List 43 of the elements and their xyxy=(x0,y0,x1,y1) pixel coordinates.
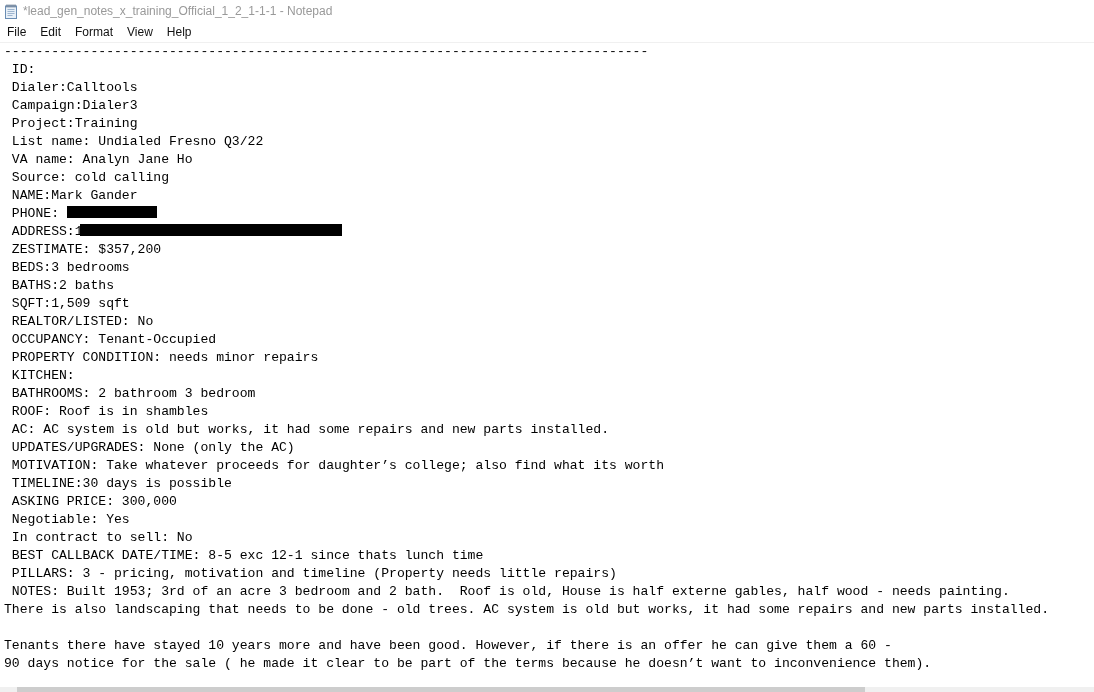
text-line: BATHS:2 baths xyxy=(11,277,114,295)
horizontal-scrollbar[interactable] xyxy=(0,687,1094,692)
menu-item[interactable]: Help xyxy=(159,24,199,40)
text-line: BEST CALLBACK DATE/TIME: 8-5 exc 12-1 since thats lunch time xyxy=(11,547,484,565)
text-line: In contract to sell: No xyxy=(11,529,193,547)
text-line: ---------------------------------------------------------------------------------- xyxy=(4,43,649,61)
text-line: ZESTIMATE: $357,200 xyxy=(11,241,162,259)
text-line: REALTOR/LISTED: No xyxy=(11,313,154,331)
text-line: ROOF: Roof is in shambles xyxy=(11,403,209,421)
text-line: Tenants there have stayed 10 years more and have been good. However, if there is an offer he can give them a 60 - xyxy=(4,637,892,655)
text-line: ASKING PRICE: 300,000 xyxy=(11,493,177,511)
text-line: NOTES: Built 1953; 3rd of an acre 3 bedroom and 2 bath. Roof is old, House is half externe gables, half wood - needs painting. xyxy=(11,583,1010,601)
menu-item[interactable]: View xyxy=(120,24,160,40)
text-line: PILLARS: 3 - pricing, motivation and timeline (Property needs little repairs) xyxy=(11,565,617,583)
text-line: List name: Undialed Fresno Q3/22 xyxy=(11,133,264,151)
notepad-icon xyxy=(4,3,18,19)
text-line: Source: cold calling xyxy=(11,169,169,187)
text-line: Dialer:Calltools xyxy=(11,79,138,97)
text-line: OCCUPANCY: Tenant-Occupied xyxy=(11,331,217,349)
text-line: Campaign:Dialer3 xyxy=(11,97,138,115)
text-line: AC: AC system is old but works, it had some repairs and new parts installed. xyxy=(11,421,610,439)
menu-item[interactable]: Format xyxy=(68,24,121,40)
text-line: BEDS:3 bedrooms xyxy=(11,259,130,277)
text-line: 90 days notice for the sale ( he made it clear to be part of the terms because he doesn’t want to inconvenience them). xyxy=(4,655,932,673)
menu-item[interactable]: Edit xyxy=(33,24,69,40)
text-line: PROPERTY CONDITION: needs minor repairs xyxy=(11,349,319,367)
window-title: *lead_gen_notes_x_training_Official_1_2_1-1-1 - Notepad xyxy=(23,4,333,18)
text-line: BATHROOMS: 2 bathroom 3 bedroom xyxy=(11,385,256,403)
text-line: UPDATES/UPGRADES: None (only the AC) xyxy=(11,439,295,457)
text-line: MOTIVATION: Take whatever proceeds for daughter’s college; also find what its worth xyxy=(11,457,665,475)
text-line: SQFT:1,509 sqft xyxy=(11,295,130,313)
text-line: VA name: Analyn Jane Ho xyxy=(11,151,193,169)
text-line: PHONE: xyxy=(11,205,59,223)
menu-item[interactable]: File xyxy=(0,24,34,40)
text-line: ADDRESS:1 xyxy=(11,223,83,241)
text-line: TIMELINE:30 days is possible xyxy=(11,475,232,493)
text-line: There is also landscaping that needs to be done - old trees. AC system is old but works, it had some repairs and new parts installed. xyxy=(4,601,1050,619)
text-line: KITCHEN: xyxy=(11,367,75,385)
text-line: ID: xyxy=(11,61,36,79)
text-line: Negotiable: Yes xyxy=(11,511,130,529)
text-line: Project:Training xyxy=(11,115,138,133)
text-line: NAME:Mark Gander xyxy=(11,187,138,205)
scrollbar-thumb[interactable] xyxy=(17,687,865,692)
